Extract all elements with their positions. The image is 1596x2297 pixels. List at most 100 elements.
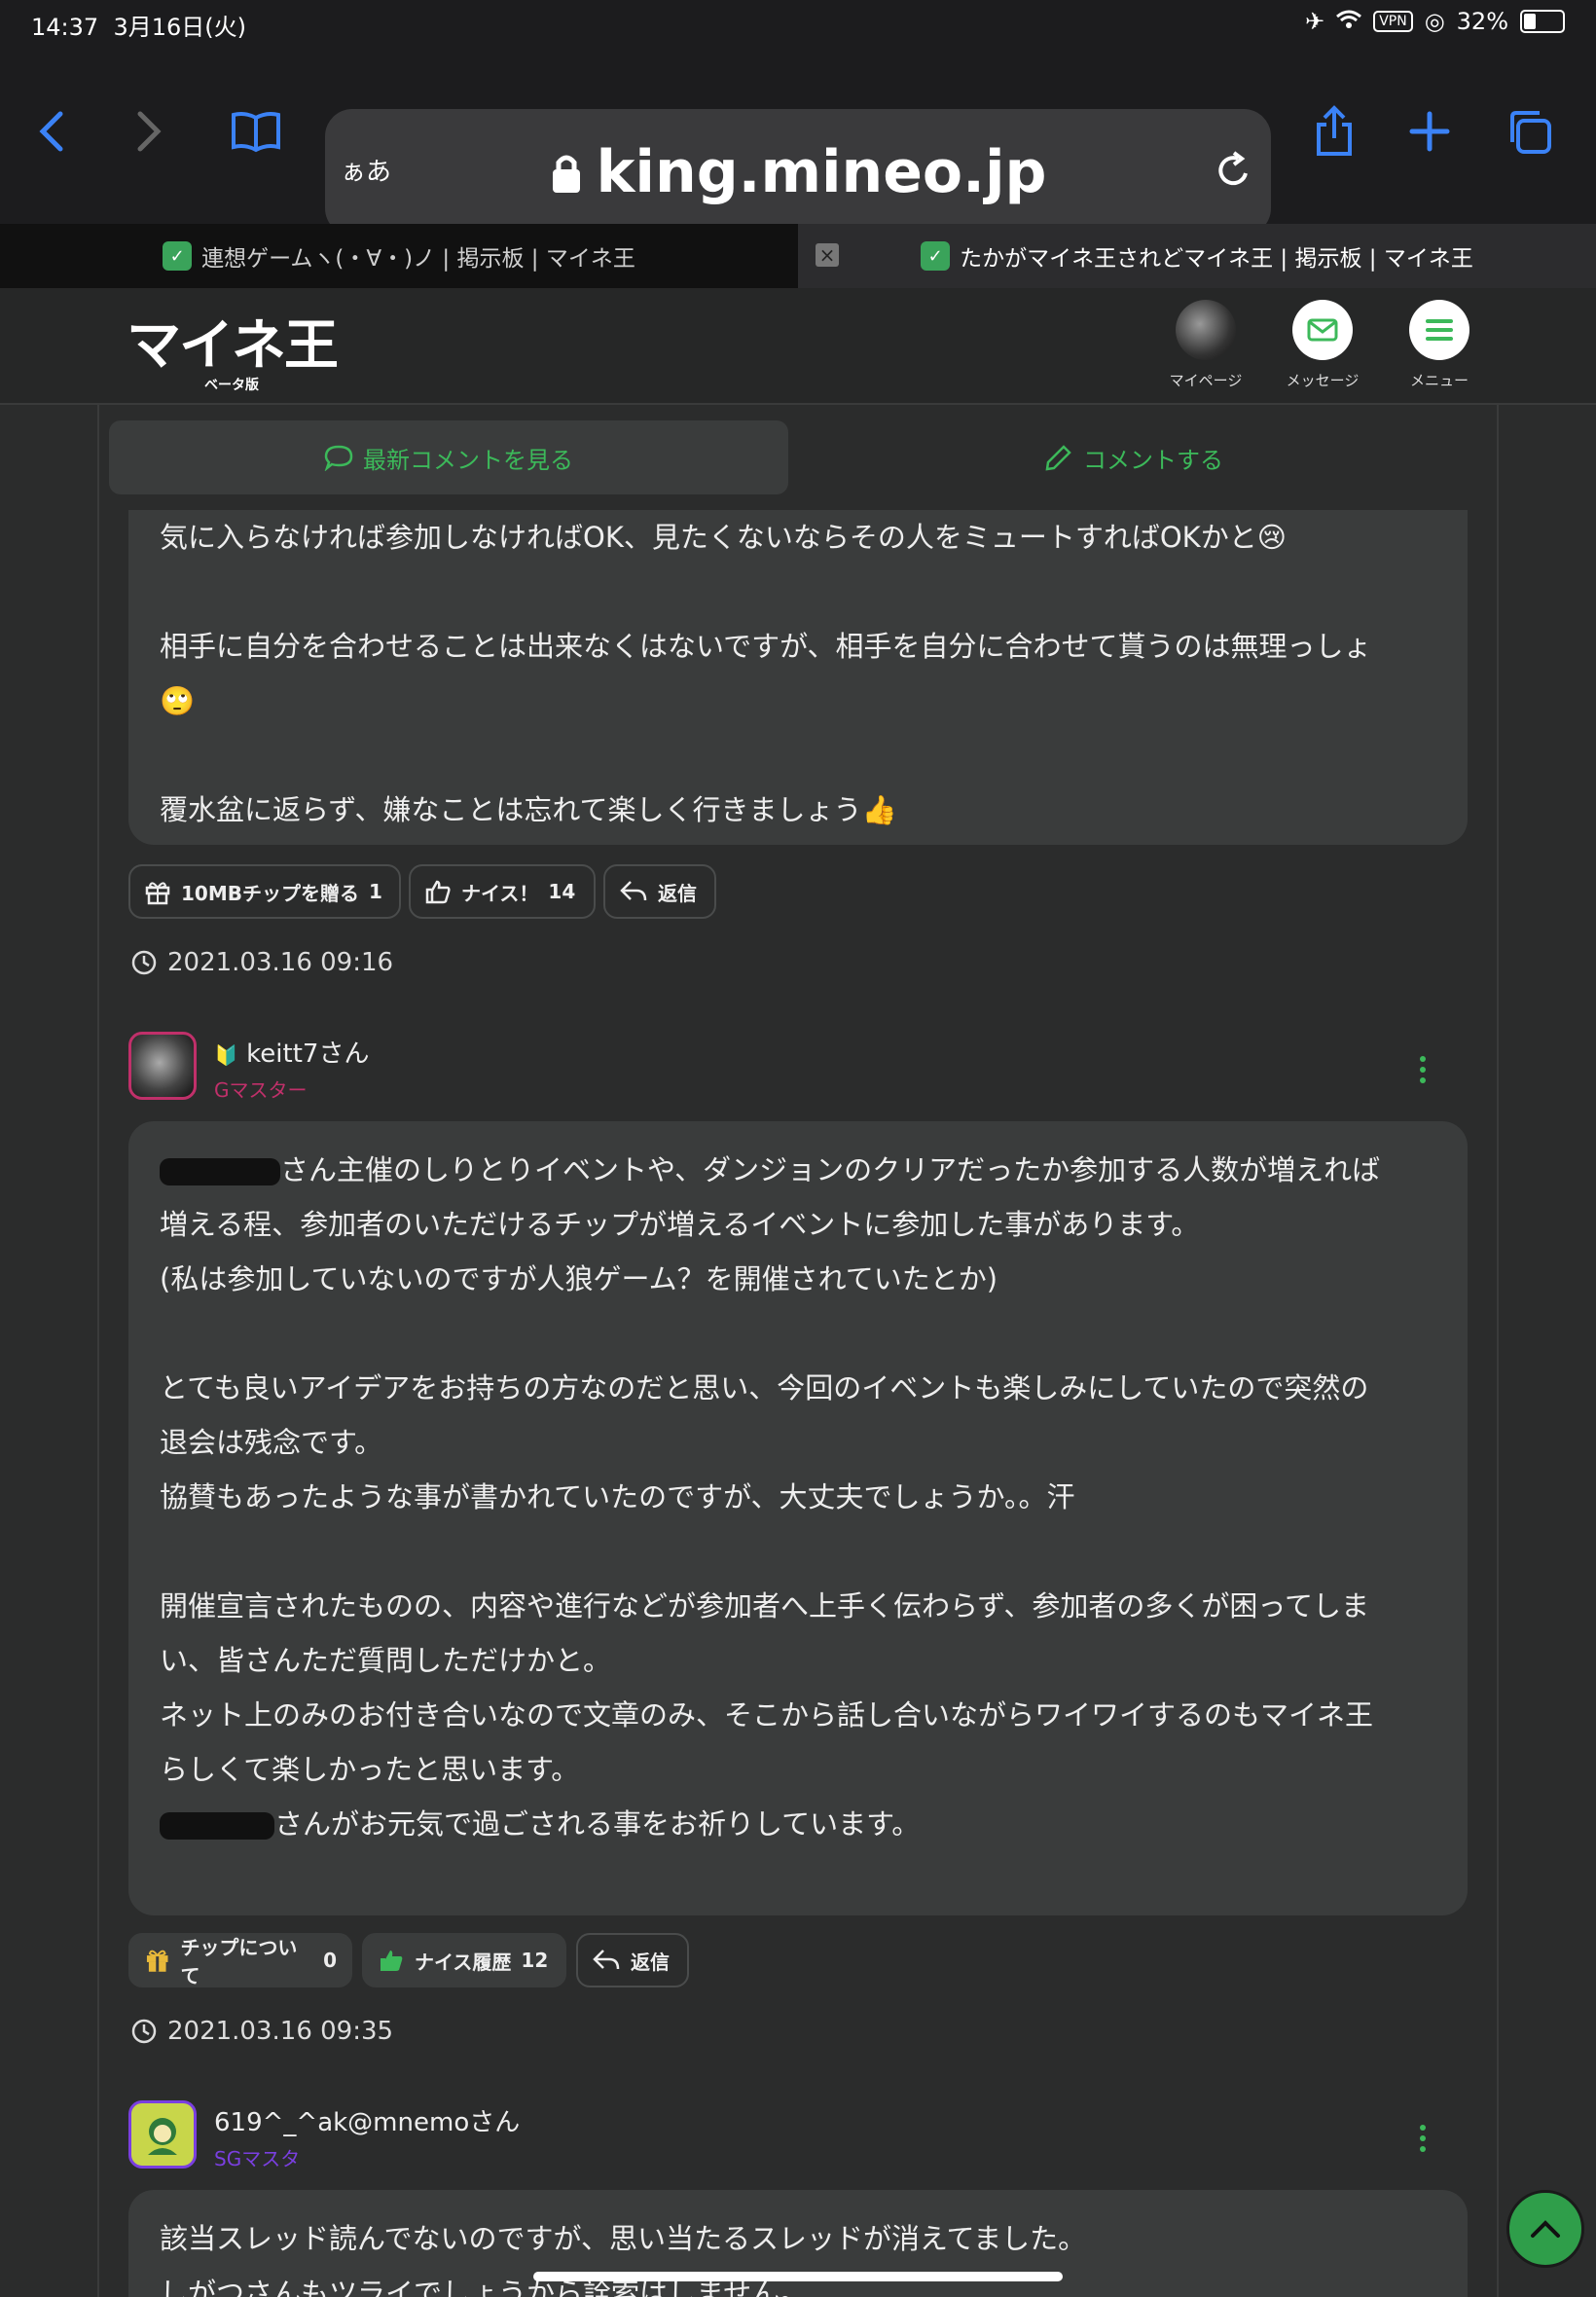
plus-icon (1409, 111, 1450, 152)
thumbs-up-icon (425, 880, 451, 904)
nice-label: ナイス！ (461, 881, 539, 905)
comment-text: 該当スレッド読んでないのですが、思い当たるスレッドが消えてました。 しがつさんも… (160, 2222, 1087, 2297)
avatar[interactable] (128, 2100, 197, 2169)
author-name: keitt7さん (246, 1039, 370, 1069)
post-comment-button[interactable]: コメントする (790, 420, 1477, 494)
bookmarks-button[interactable] (222, 97, 290, 165)
comment-date: 2021.03.16 09:35 (130, 2017, 393, 2046)
nav-mypage[interactable]: マイページ (1152, 300, 1259, 390)
beginner-mark-icon: 🔰 (214, 1043, 238, 1067)
status-bar: 14:37 3月16日(火) ✈ VPN ◎ 32% (0, 0, 1596, 49)
avatar[interactable] (128, 1032, 197, 1100)
comment-line: さん主催のしりとりイベントや、ダンジョンのクリアだったか参加する人数が増えれば (280, 1153, 1381, 1186)
clock-icon (131, 2019, 157, 2044)
nice-label: ナイス履歴 (415, 1950, 512, 1974)
mineo-favicon: ✓ (921, 241, 951, 271)
kebab-dot (1420, 2146, 1426, 2152)
back-button[interactable] (18, 97, 86, 165)
post-comment-label: コメントする (1083, 446, 1223, 474)
tab-title: 連想ゲームヽ(・∀・)ノ | 掲示板 | マイネ王 (201, 246, 635, 272)
nice-history-button[interactable]: ナイス履歴 12 (362, 1933, 566, 1987)
latest-comments-label: 最新コメントを見る (363, 446, 573, 474)
pencil-icon (1045, 445, 1071, 471)
mineo-favicon: ✓ (163, 241, 193, 271)
comment-line: さんがお元気で過ごされる事をお祈りしています。 (274, 1807, 921, 1841)
share-button[interactable] (1300, 97, 1368, 165)
kebab-dot (1420, 2125, 1426, 2131)
kebab-dot (1420, 1077, 1426, 1083)
tab-strip: ✓ 連想ゲームヽ(・∀・)ノ | 掲示板 | マイネ王 × ✓ たかがマイネ王さ… (0, 224, 1596, 288)
reply-label: 返信 (658, 881, 697, 905)
more-options-button[interactable] (1413, 2125, 1433, 2152)
gift-icon (145, 882, 170, 905)
lock-icon (550, 141, 583, 209)
tip-label: 10MBチップを贈る (181, 881, 359, 905)
nav-menu-label: メニュー (1409, 372, 1469, 389)
gift-icon (146, 1950, 168, 1972)
address-bar[interactable]: ぁあ king.mineo.jp (325, 109, 1271, 236)
author-rank: SGマスタ (214, 2147, 301, 2170)
book-icon (232, 112, 280, 153)
latest-comments-button[interactable]: 最新コメントを見る (109, 420, 788, 494)
tip-button[interactable]: 10MBチップを贈る 1 (128, 864, 401, 919)
tip-count: 0 (323, 1949, 337, 1972)
nav-menu[interactable]: メニュー (1386, 300, 1493, 390)
comment-author[interactable]: 619^_^ak@mnemoさん (214, 2102, 520, 2138)
beta-label: ベータ版 (204, 378, 259, 393)
avatar (1176, 300, 1236, 360)
tabs-overview-button[interactable] (1495, 97, 1563, 165)
reply-label: 返信 (631, 1950, 670, 1974)
nice-button[interactable]: ナイス！ 14 (409, 864, 596, 919)
vpn-badge: VPN (1373, 11, 1413, 32)
author-rank: Gマスター (214, 1078, 308, 1102)
nav-message-label: メッセージ (1286, 372, 1360, 389)
reply-button[interactable]: 返信 (603, 864, 716, 919)
browser-toolbar: ぁあ king.mineo.jp (0, 49, 1596, 236)
nav-mypage-label: マイページ (1169, 372, 1243, 389)
site-header: マイネ王 ベータ版 マイページ メッセージ メニュー (0, 288, 1596, 405)
reply-icon (620, 881, 647, 901)
tab-takaga-mineo[interactable]: ✓ たかがマイネ王されどマイネ王 | 掲示板 | マイネ王 (798, 224, 1596, 288)
character-icon (148, 2118, 177, 2155)
clock-icon (131, 950, 157, 975)
tab-renso-game[interactable]: ✓ 連想ゲームヽ(・∀・)ノ | 掲示板 | マイネ王 (0, 224, 798, 288)
kebab-dot (1420, 1067, 1426, 1073)
share-icon (1317, 105, 1352, 156)
forward-button[interactable] (115, 97, 183, 165)
address-text: king.mineo.jp (325, 138, 1271, 209)
chevron-left-icon (39, 111, 63, 152)
status-icons: ✈ VPN ◎ 32% (1305, 8, 1565, 35)
date-text: 2021.03.16 09:16 (167, 948, 394, 977)
comment-text: 気に入らなければ参加しなければOK、見たくないならその人をミュートすればOKかと… (160, 521, 1372, 826)
nav-message[interactable]: メッセージ (1269, 300, 1376, 390)
new-tab-button[interactable] (1396, 97, 1464, 165)
comment-body: 気に入らなければ参加しなければOK、見たくないならその人をミュートすればOKかと… (128, 510, 1468, 845)
chevron-right-icon (137, 111, 162, 152)
envelope-icon (1292, 300, 1353, 360)
tip-info-button[interactable]: チップについて 0 (128, 1933, 352, 1987)
nice-count: 14 (548, 880, 576, 903)
reply-button[interactable]: 返信 (576, 1933, 689, 1987)
comment-date: 2021.03.16 09:16 (130, 948, 393, 977)
tabs-icon (1510, 111, 1551, 154)
scroll-to-top-button[interactable] (1506, 2190, 1584, 2268)
speech-bubble-icon (324, 445, 353, 471)
comment-body: さん主催のしりとりイベントや、ダンジョンのクリアだったか参加する人数が増えれば … (128, 1121, 1468, 1915)
airplane-icon: ✈ (1305, 8, 1325, 35)
redacted-name (160, 1158, 280, 1185)
comment-author[interactable]: 🔰 keitt7さん (214, 1034, 369, 1070)
reload-icon (1218, 151, 1248, 186)
battery-percent: 32% (1456, 8, 1508, 35)
reload-button[interactable] (1215, 148, 1253, 195)
site-logo[interactable]: マイネ王 ベータ版 (127, 302, 339, 394)
battery-icon (1520, 10, 1565, 33)
more-options-button[interactable] (1413, 1056, 1433, 1083)
content-border-right (1497, 403, 1499, 2297)
tip-count: 1 (368, 880, 382, 903)
logo-text: マイネ王 (127, 314, 339, 378)
comment-text: さん主催のしりとりイベントや、ダンジョンのクリアだったか参加する人数が増えれば … (160, 1143, 1454, 1851)
nice-count: 12 (521, 1949, 549, 1972)
home-indicator (533, 2272, 1063, 2281)
reply-icon (593, 1950, 620, 1970)
chevron-up-icon (1531, 2220, 1560, 2238)
